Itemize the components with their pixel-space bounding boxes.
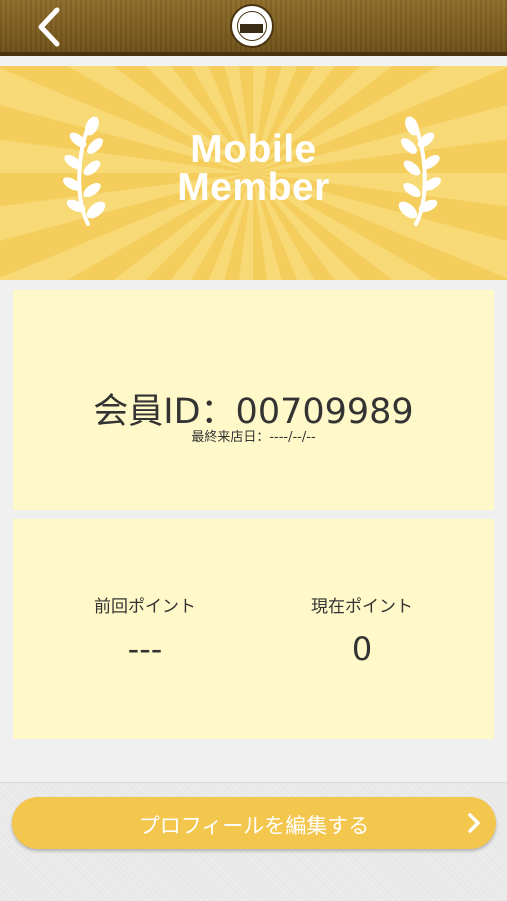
edit-profile-label: プロフィールを編集する (138, 814, 370, 838)
current-points-label: 現在ポイント (311, 597, 413, 617)
chevron-left-icon (38, 7, 60, 47)
last-visit-date: 最終来店日：----/--/-- (191, 430, 316, 445)
previous-points-label: 前回ポイント (94, 597, 196, 617)
edit-profile-button[interactable]: プロフィールを編集する (12, 797, 496, 849)
laurel-wreath-left-icon (62, 116, 106, 226)
previous-points-value: --- (127, 630, 163, 668)
chevron-right-icon (468, 813, 480, 833)
laurel-wreath-right-icon (398, 116, 442, 226)
shop-logo-icon (230, 4, 274, 48)
back-button[interactable] (22, 3, 74, 49)
points-card (13, 519, 494, 739)
top-navigation-bar (0, 0, 507, 56)
current-points-value: 0 (351, 630, 373, 668)
